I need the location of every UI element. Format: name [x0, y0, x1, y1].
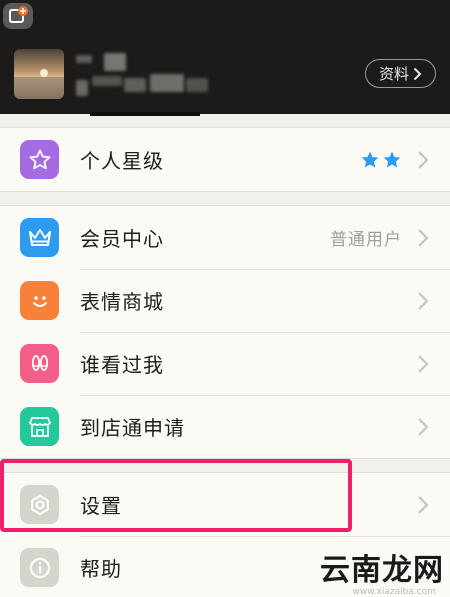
list-group-rating: 个人星级	[0, 127, 450, 192]
chevron-right-icon	[413, 67, 422, 80]
membership-status: 普通用户	[330, 230, 402, 250]
footprint-icon	[20, 344, 59, 383]
settings-highlight-box	[0, 459, 352, 532]
watermark-url: www.xiazaiba.com	[352, 587, 436, 597]
store-application-label: 到店通申请	[80, 416, 185, 440]
rating-star-icon	[383, 151, 401, 167]
list-item-who-viewed-me[interactable]: 谁看过我	[0, 332, 450, 395]
info-icon	[20, 548, 59, 587]
profile-header: 资料	[0, 0, 450, 116]
chevron-right-icon	[418, 417, 429, 436]
chevron-right-icon	[418, 354, 429, 373]
star-icon	[20, 140, 59, 179]
list-item-member-center[interactable]: 会员中心 普通用户	[0, 206, 450, 269]
profile-button-label: 资料	[378, 65, 409, 83]
member-center-label: 会员中心	[80, 227, 164, 251]
help-label: 帮助	[80, 557, 122, 581]
avatar-image	[14, 49, 64, 99]
star-level-label: 个人星级	[80, 149, 164, 173]
list-item-star-level[interactable]: 个人星级	[0, 128, 450, 191]
add-window-icon	[9, 6, 28, 23]
chevron-right-icon	[418, 150, 429, 169]
profile-details-button[interactable]: 资料	[365, 59, 436, 88]
chevron-right-icon	[418, 291, 429, 310]
star-rating	[360, 150, 402, 170]
watermark: 云南龙网 www.xiazaiba.com	[300, 527, 450, 597]
who-viewed-me-label: 谁看过我	[80, 353, 164, 377]
list-item-store-application[interactable]: 到店通申请	[0, 395, 450, 458]
avatar[interactable]	[14, 49, 64, 99]
add-account-button[interactable]	[3, 3, 33, 29]
smiley-icon	[20, 281, 59, 320]
chevron-right-icon	[418, 228, 429, 247]
sticker-store-label: 表情商城	[80, 290, 164, 314]
chevron-right-icon	[418, 495, 429, 514]
rating-star-icon	[361, 151, 379, 167]
watermark-text: 云南龙网	[320, 553, 444, 588]
list-item-sticker-store[interactable]: 表情商城	[0, 269, 450, 332]
store-icon	[20, 407, 59, 446]
crown-icon	[20, 218, 59, 257]
list-group-services: 会员中心 普通用户 表情商城 谁看过我 到店通申请	[0, 205, 450, 459]
